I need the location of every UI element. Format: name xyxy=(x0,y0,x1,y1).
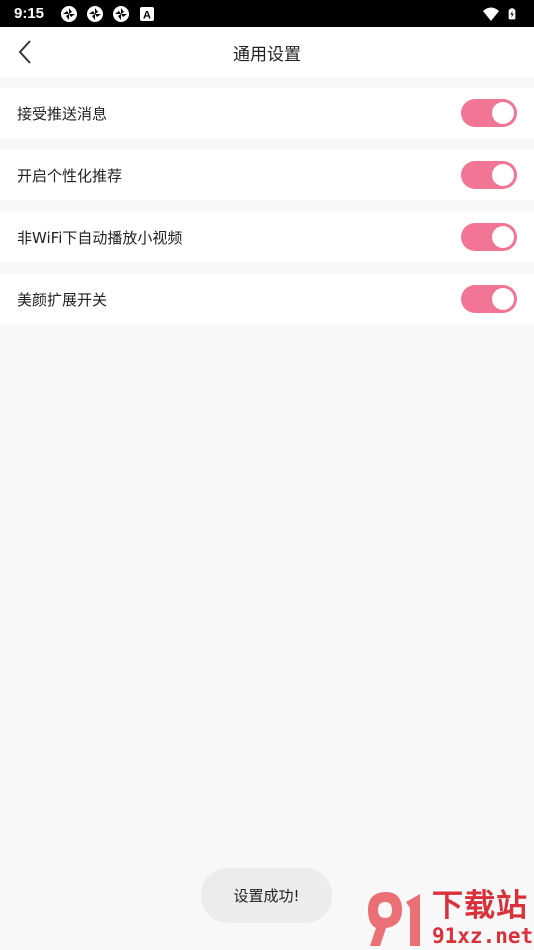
setting-push-messages: 接受推送消息 xyxy=(0,88,534,138)
setting-personalized-recommend: 开启个性化推荐 xyxy=(0,150,534,200)
toggle-knob xyxy=(492,226,514,248)
watermark-url: 91xz.net xyxy=(432,924,534,948)
toggle-knob xyxy=(492,288,514,310)
personalized-recommend-toggle[interactable] xyxy=(461,161,517,189)
beauty-extension-toggle[interactable] xyxy=(461,285,517,313)
status-right xyxy=(482,5,520,23)
setting-label: 非WiFi下自动播放小视频 xyxy=(17,228,183,247)
a-letter-label: A xyxy=(143,9,151,21)
aperture-icon xyxy=(61,5,78,22)
chevron-left-icon xyxy=(18,40,31,64)
push-messages-toggle[interactable] xyxy=(461,99,517,127)
setting-label: 开启个性化推荐 xyxy=(17,166,123,185)
page-title: 通用设置 xyxy=(233,44,301,65)
a-letter-icon: A xyxy=(140,6,155,21)
watermark: 下载站 91xz.net xyxy=(362,888,534,950)
setting-autoplay-video: 非WiFi下自动播放小视频 xyxy=(0,212,534,262)
watermark-text: 下载站 91xz.net xyxy=(432,888,533,948)
aperture-icon xyxy=(87,5,104,22)
settings-list: 接受推送消息 开启个性化推荐 非WiFi下自动播放小视频 美颜扩展开关 xyxy=(0,88,534,336)
aperture-icon xyxy=(113,5,130,22)
setting-beauty-extension: 美颜扩展开关 xyxy=(0,274,534,324)
wifi-icon xyxy=(483,7,499,21)
setting-label: 美颜扩展开关 xyxy=(17,290,108,309)
status-time: 9:15 xyxy=(14,5,45,22)
toggle-knob xyxy=(492,102,514,124)
back-button[interactable] xyxy=(12,39,38,65)
toast-message: 设置成功! xyxy=(201,868,332,923)
status-bar: 9:15 A xyxy=(0,0,534,27)
toggle-knob xyxy=(492,164,514,186)
status-left: 9:15 A xyxy=(14,5,156,23)
setting-label: 接受推送消息 xyxy=(17,104,108,123)
battery-charging-icon xyxy=(508,7,516,19)
autoplay-video-toggle[interactable] xyxy=(461,223,517,251)
header: 通用设置 xyxy=(0,27,534,77)
watermark-cn: 下载站 xyxy=(432,888,528,924)
watermark-logo xyxy=(368,892,420,946)
